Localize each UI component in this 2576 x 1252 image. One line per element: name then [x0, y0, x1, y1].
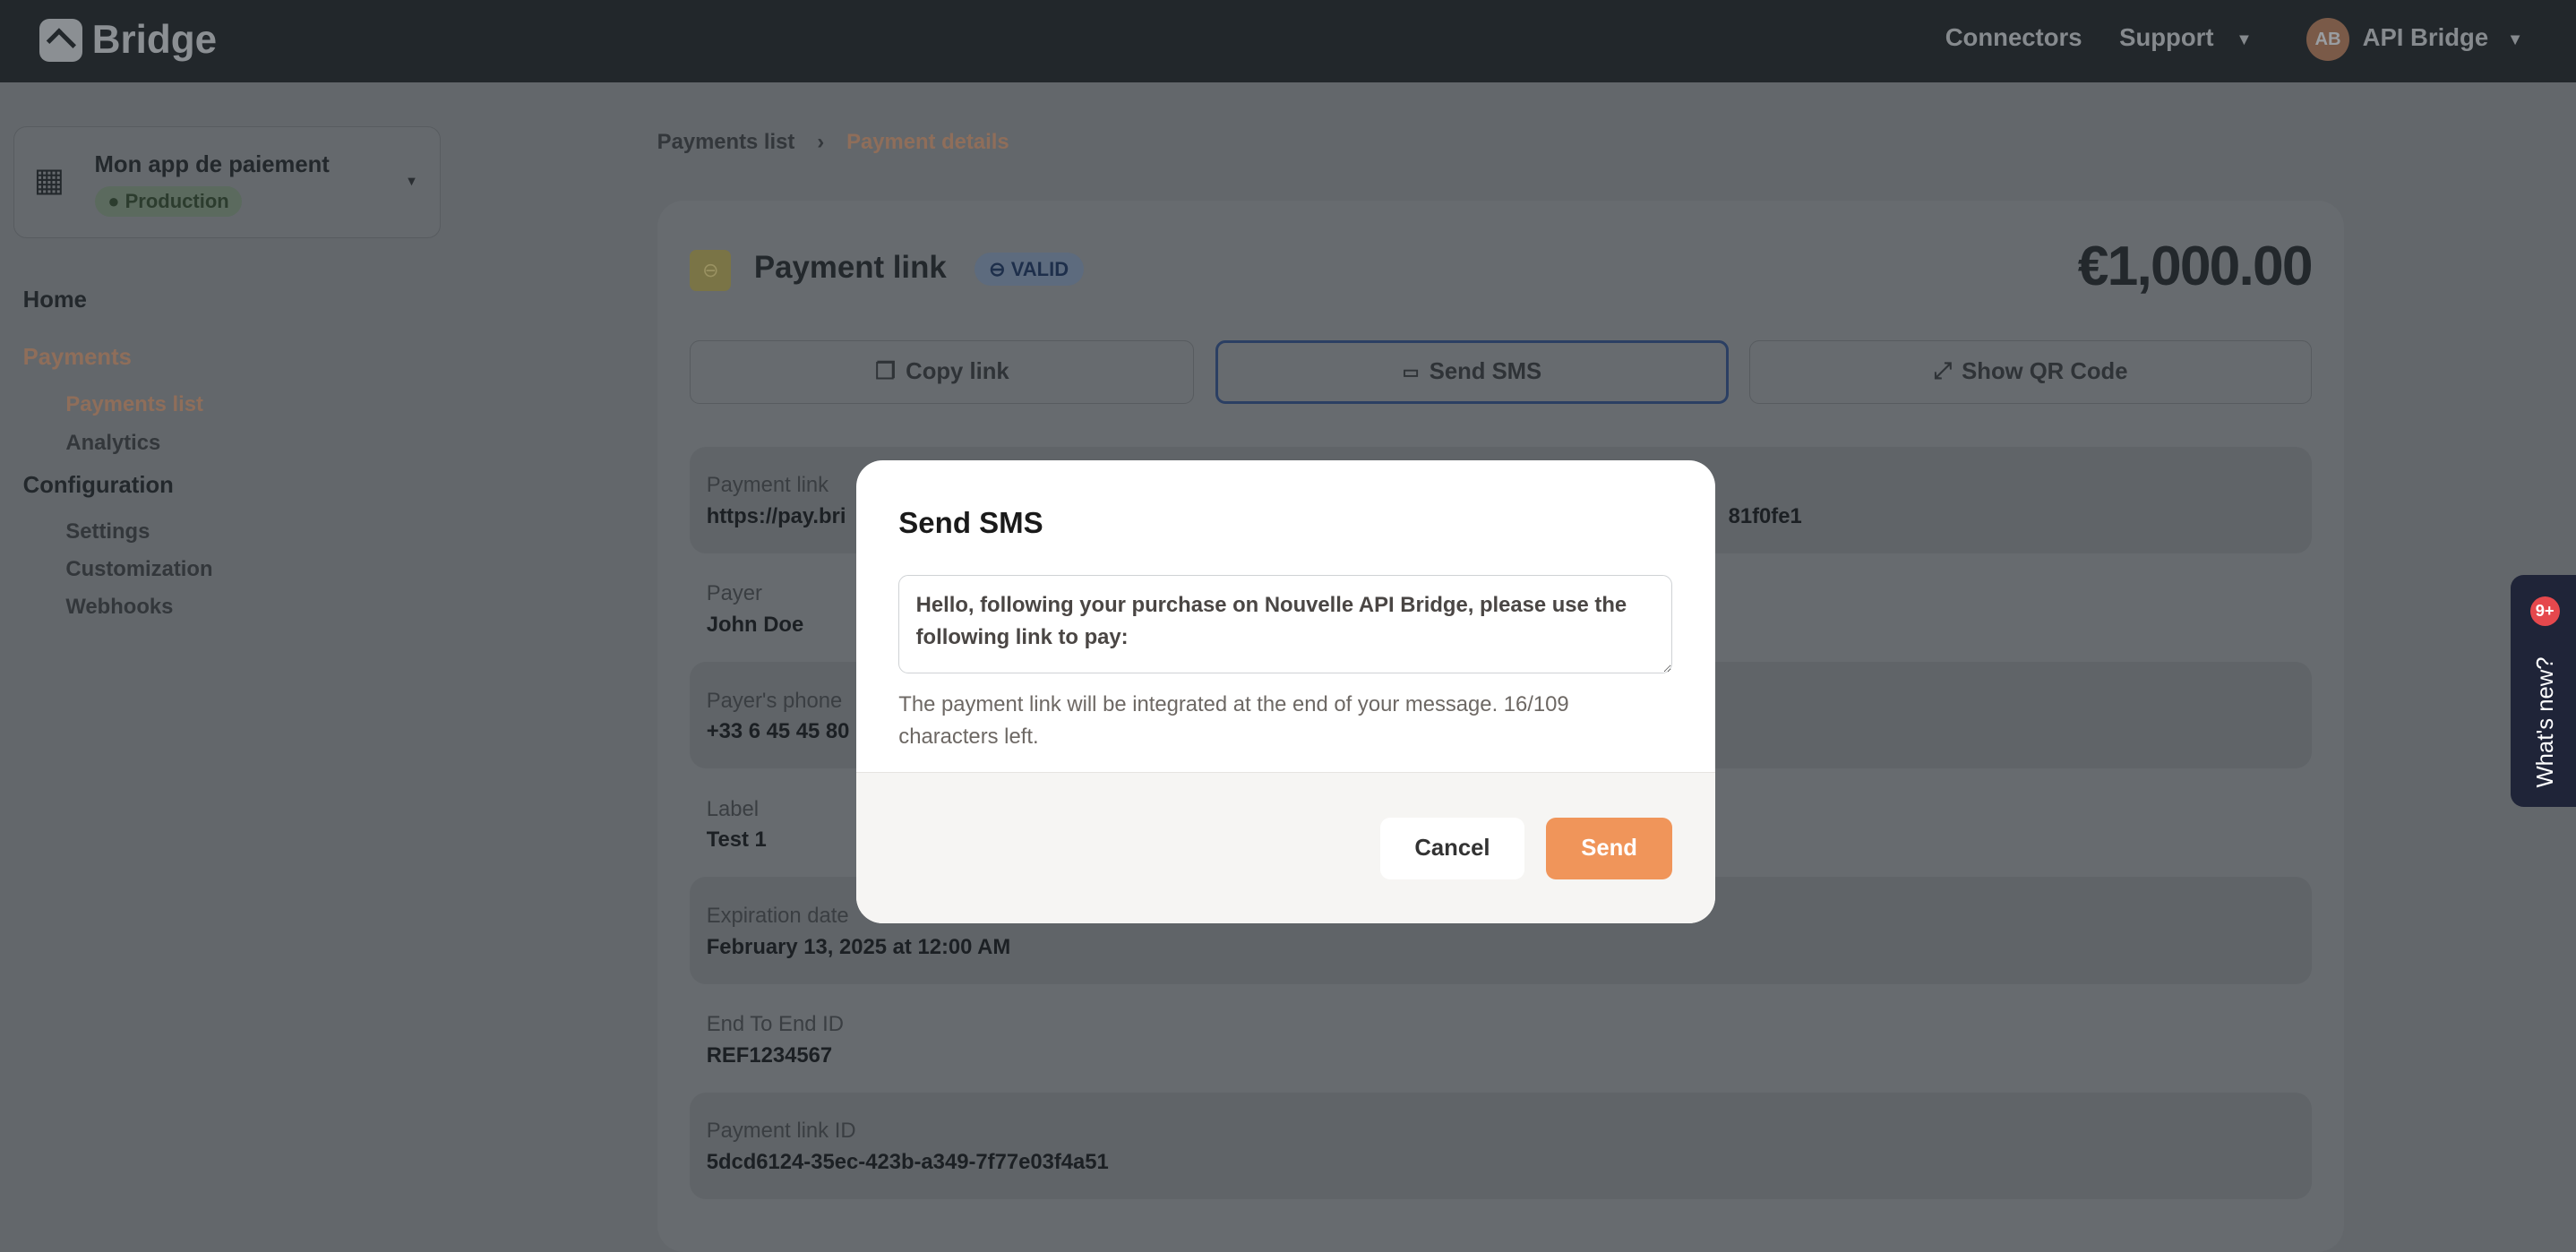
top-header: Bridge Connectors Support ▼ AB API Bridg…	[0, 0, 2576, 82]
status-label: VALID	[1010, 257, 1069, 280]
chevron-down-icon: ▼	[405, 175, 418, 190]
app-selector[interactable]: ▦ Mon app de paiement ● Production ▼	[13, 126, 441, 238]
field-value: John Doe	[706, 613, 804, 638]
send-sms-button[interactable]: ▭ Send SMS	[1215, 339, 1729, 405]
helper-text: The payment link will be integrated at t…	[898, 691, 1569, 750]
cancel-button[interactable]: Cancel	[1379, 817, 1525, 880]
sidebar-item-webhooks[interactable]: Webhooks	[65, 595, 173, 620]
field-value-tail: 81f0fe1	[1728, 504, 1802, 529]
field-end-to-end: End To End ID REF1234567	[690, 986, 2311, 1093]
field-link-id: Payment link ID 5dcd6124-35ec-423b-a349-7…	[690, 1092, 2312, 1199]
field-label: Expiration date	[706, 903, 849, 928]
status-badge: ⊖ VALID	[974, 253, 1084, 287]
bridge-logo-icon	[39, 19, 82, 63]
field-value: Test 1	[706, 828, 767, 853]
copy-icon: ❐	[875, 359, 897, 385]
nav-connectors[interactable]: Connectors	[1945, 23, 2082, 52]
bridge-logo[interactable]: Bridge	[39, 18, 217, 63]
breadcrumb: Payments list › Payment details	[657, 130, 1009, 155]
env-badge: ● Production	[94, 186, 243, 217]
show-qr-button[interactable]: ⤢ Show QR Code	[1749, 339, 2312, 405]
whats-new-label: What's new?	[2533, 656, 2559, 788]
sidebar-item-customization[interactable]: Customization	[65, 557, 212, 582]
field-label: Payer's phone	[706, 688, 843, 713]
field-label: End To End ID	[706, 1011, 844, 1036]
app-name: Mon app de paiement	[94, 151, 330, 177]
breadcrumb-current: Payment details	[846, 129, 1009, 154]
field-label: Payer	[706, 581, 762, 606]
sidebar-item-configuration[interactable]: Configuration	[23, 473, 174, 499]
sidebar-item-payments[interactable]: Payments	[23, 345, 132, 371]
field-label: Label	[706, 796, 759, 821]
chevron-down-icon[interactable]: ▼	[2507, 30, 2523, 49]
modal-backdrop[interactable]: { "header":{"brand":"Bridge","nav":{"con…	[0, 0, 2576, 1252]
whats-new-tab[interactable]: 9+ What's new?	[2510, 574, 2576, 807]
chevron-down-icon[interactable]: ▼	[2236, 30, 2252, 49]
sidebar-item-home[interactable]: Home	[23, 287, 87, 313]
page-title: Payment link	[753, 249, 947, 285]
show-qr-label: Show QR Code	[1962, 358, 2128, 384]
copy-link-button[interactable]: ❐ Copy link	[690, 339, 1195, 405]
field-value: February 13, 2025 at 12:00 AM	[706, 934, 1011, 959]
notification-badge: 9+	[2529, 596, 2560, 626]
field-value: 5dcd6124-35ec-423b-a349-7f77e03f4a51	[706, 1149, 1109, 1174]
breadcrumb-parent[interactable]: Payments list	[657, 130, 795, 154]
field-value: REF1234567	[706, 1042, 833, 1068]
send-sms-label: Send SMS	[1429, 358, 1542, 384]
nav-support[interactable]: Support	[2119, 23, 2213, 52]
sidebar-item-settings[interactable]: Settings	[65, 519, 150, 545]
field-label: Payment link ID	[706, 1119, 856, 1144]
link-icon: ⊖	[690, 249, 732, 291]
user-menu[interactable]: API Bridge	[2363, 23, 2489, 52]
field-value: +33 6 45 45 80	[706, 719, 850, 744]
send-sms-modal: Send SMS The payment link will be integr…	[855, 459, 1715, 923]
payment-amount: €1,000.00	[2077, 236, 2314, 298]
sidebar-item-analytics[interactable]: Analytics	[65, 431, 160, 456]
field-value[interactable]: https://pay.bri	[707, 504, 846, 529]
message-icon: ▭	[1402, 362, 1420, 382]
brand-name: Bridge	[91, 18, 218, 63]
chevron-right-icon: ›	[817, 129, 825, 154]
modal-footer: Cancel Send	[855, 772, 1715, 923]
send-button[interactable]: Send	[1545, 817, 1673, 880]
sidebar-item-payments-list[interactable]: Payments list	[65, 392, 203, 417]
expand-icon: ⤢	[1933, 358, 1953, 384]
copy-link-label: Copy link	[906, 358, 1009, 384]
avatar[interactable]: AB	[2306, 18, 2349, 61]
env-label: Production	[125, 189, 229, 212]
modal-title: Send SMS	[898, 505, 1043, 539]
sms-message-input[interactable]	[898, 574, 1673, 673]
building-icon: ▦	[33, 160, 65, 198]
field-label: Payment link	[706, 473, 829, 498]
